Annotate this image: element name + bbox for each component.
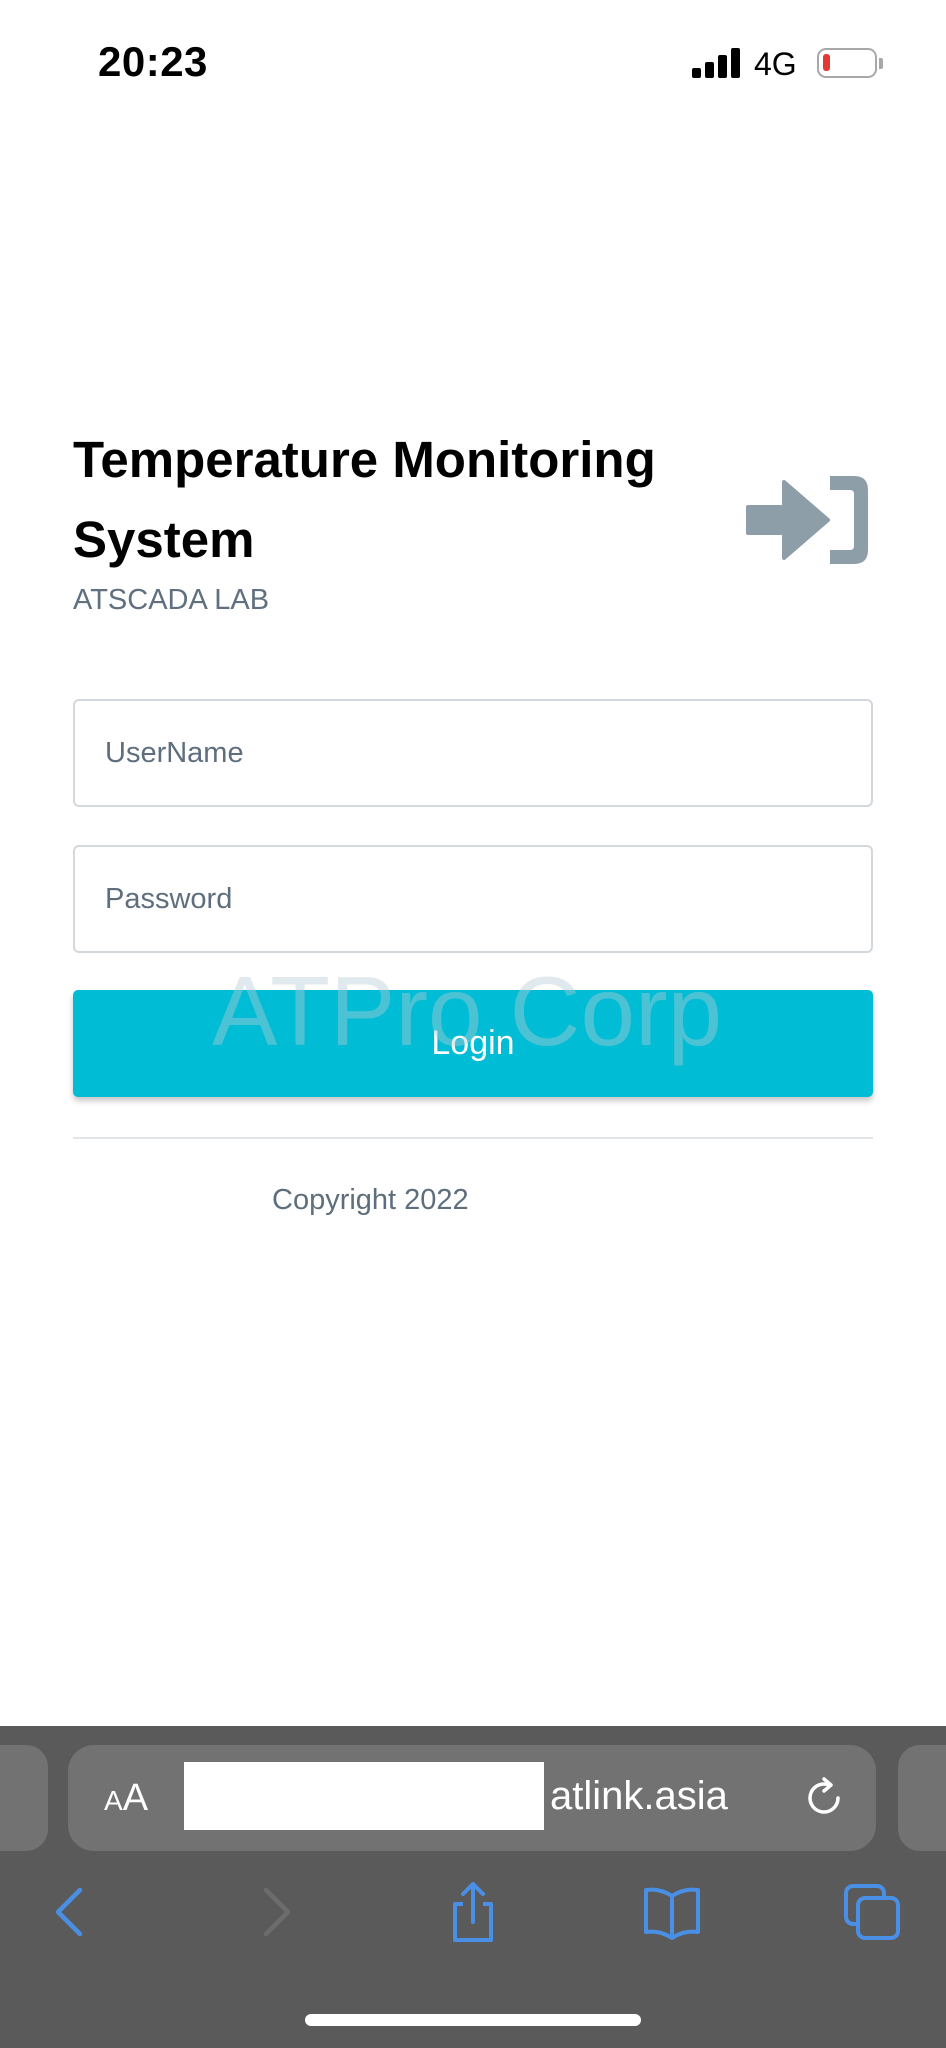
text-size-button[interactable]: AA <box>104 1776 148 1823</box>
tabs-icon[interactable] <box>842 1882 902 1942</box>
chevron-right-icon[interactable] <box>246 1882 306 1942</box>
status-bar: 20:23 4G <box>0 0 946 120</box>
book-icon[interactable] <box>642 1882 702 1942</box>
text-size-large-a: A <box>122 1777 149 1819</box>
previous-tab-preview[interactable] <box>0 1745 48 1851</box>
network-type: 4G <box>754 46 797 82</box>
login-button[interactable]: Login <box>73 990 873 1097</box>
divider <box>73 1137 873 1139</box>
text-size-small-a: A <box>104 1785 123 1816</box>
copyright-text: Copyright 2022 <box>272 1184 469 1216</box>
password-input[interactable] <box>73 845 873 953</box>
share-icon[interactable] <box>443 1882 503 1942</box>
cellular-signal-icon <box>692 48 740 78</box>
page-title: Temperature Monitoring System <box>73 431 656 568</box>
battery-icon <box>817 48 877 78</box>
page-subtitle: ATSCADA LAB <box>73 584 270 616</box>
url-redaction <box>184 1762 544 1830</box>
username-input[interactable] <box>73 699 873 807</box>
next-tab-preview[interactable] <box>898 1745 946 1851</box>
reload-icon[interactable] <box>800 1774 848 1822</box>
home-indicator[interactable] <box>305 2014 641 2026</box>
url-text[interactable]: atlink.asia <box>550 1774 728 1819</box>
chevron-left-icon[interactable] <box>40 1882 100 1942</box>
login-page: 20:23 4G Temperature Monitoring System A… <box>0 0 946 2048</box>
status-time: 20:23 <box>98 38 208 85</box>
sign-in-icon <box>746 476 868 564</box>
battery-tip <box>879 58 883 69</box>
battery-level <box>823 54 830 71</box>
